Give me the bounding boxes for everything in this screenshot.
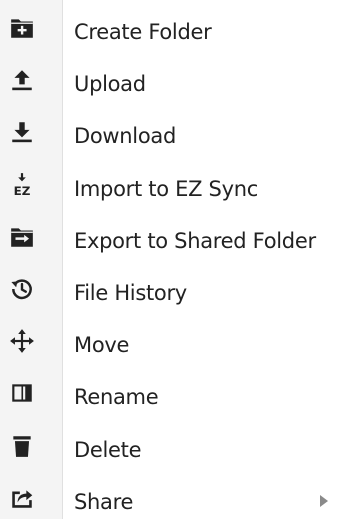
menu-item-label: Import to EZ Sync	[74, 176, 258, 201]
menu-item-label: Move	[74, 333, 130, 358]
create-folder-icon	[8, 14, 36, 42]
context-menu: Create Folder Upload Download EZ Import …	[0, 0, 357, 519]
menu-item-create-folder[interactable]: Create Folder	[0, 7, 357, 59]
menu-item-export-shared-folder[interactable]: Export to Shared Folder	[0, 216, 357, 268]
menu-item-label: Export to Shared Folder	[74, 228, 316, 253]
menu-item-rename[interactable]: Rename	[0, 372, 357, 424]
download-icon	[8, 118, 36, 146]
upload-icon	[8, 66, 36, 94]
export-folder-icon	[8, 223, 36, 251]
history-icon	[8, 275, 36, 303]
trash-icon	[8, 432, 36, 460]
menu-item-label: File History	[74, 280, 187, 305]
menu-item-delete[interactable]: Delete	[0, 425, 357, 477]
menu-item-import-ez-sync[interactable]: EZ Import to EZ Sync	[0, 164, 357, 216]
menu-item-file-history[interactable]: File History	[0, 268, 357, 320]
menu-item-label: Rename	[74, 385, 159, 410]
menu-item-upload[interactable]: Upload	[0, 59, 357, 111]
ez-icon-text: EZ	[14, 183, 31, 197]
menu-item-share[interactable]: Share	[0, 477, 357, 519]
submenu-arrow-icon	[320, 494, 328, 507]
share-icon	[8, 484, 36, 512]
menu-item-label: Delete	[74, 437, 142, 462]
import-ez-icon: EZ	[8, 171, 36, 199]
menu-item-label: Upload	[74, 72, 146, 97]
menu-item-label: Create Folder	[74, 20, 212, 44]
menu-item-label: Download	[74, 124, 176, 149]
menu-item-move[interactable]: Move	[0, 320, 357, 372]
rename-icon	[8, 379, 36, 407]
menu-item-label: Share	[74, 489, 134, 514]
menu-items: Create Folder Upload Download EZ Import …	[0, 7, 357, 519]
menu-item-download[interactable]: Download	[0, 111, 357, 163]
move-icon	[8, 327, 36, 355]
